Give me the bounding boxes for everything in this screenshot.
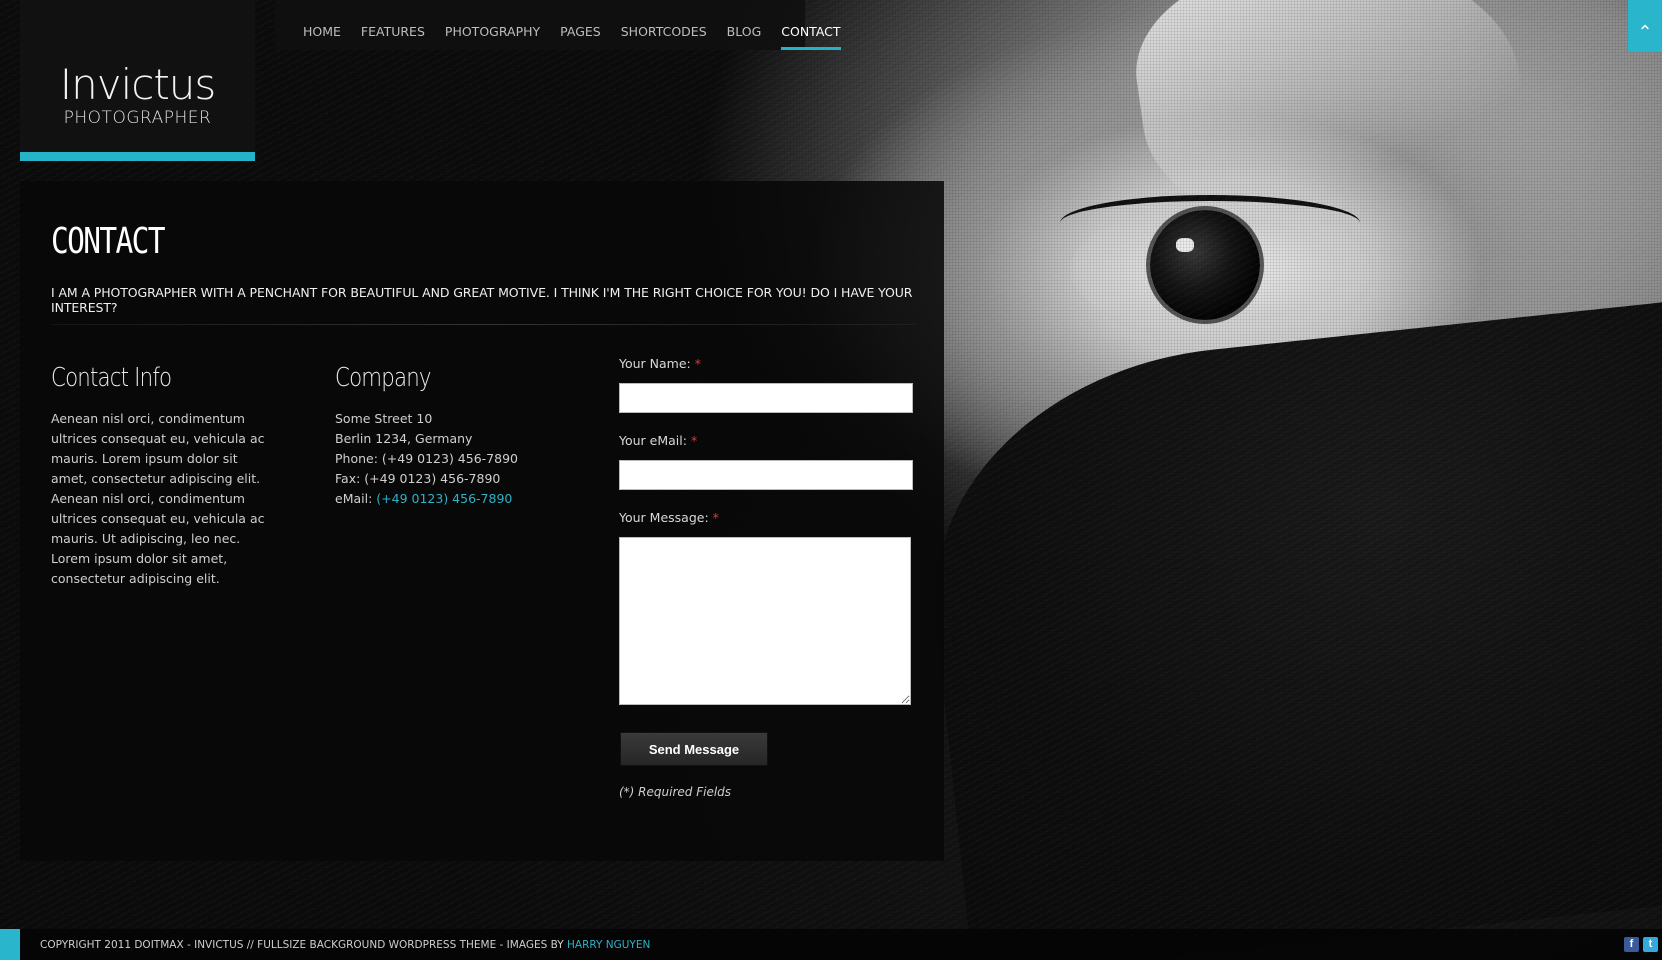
message-textarea[interactable] bbox=[619, 537, 911, 705]
company-email-link[interactable]: (+49 0123) 456-7890 bbox=[376, 491, 512, 506]
footer-copyright: COPYRIGHT 2011 DOITMAX - INVICTUS // FUL… bbox=[40, 939, 651, 951]
divider bbox=[51, 324, 914, 325]
nav-item-features[interactable]: FEATURES bbox=[351, 0, 435, 50]
required-mark: * bbox=[694, 356, 701, 371]
footer: COPYRIGHT 2011 DOITMAX - INVICTUS // FUL… bbox=[0, 929, 1662, 960]
contact-info-column: Contact Info Aenean nisl orci, condiment… bbox=[51, 363, 273, 589]
page-title: CONTACT bbox=[51, 221, 166, 262]
company-column: Company Some Street 10 Berlin 1234, Germ… bbox=[335, 363, 575, 509]
email-label: Your eMail: * bbox=[619, 433, 698, 448]
twitter-icon[interactable]: t bbox=[1643, 937, 1658, 952]
nav-item-photography[interactable]: PHOTOGRAPHY bbox=[435, 0, 550, 50]
contact-info-text: Aenean nisl orci, condimentum ultrices c… bbox=[51, 411, 265, 586]
facebook-icon[interactable]: f bbox=[1624, 937, 1639, 952]
contact-panel: CONTACT I AM A PHOTOGRAPHER WITH A PENCH… bbox=[20, 181, 944, 861]
company-email: eMail: (+49 0123) 456-7890 bbox=[335, 489, 575, 509]
contact-info-heading: Contact Info bbox=[51, 363, 172, 393]
send-message-button[interactable]: Send Message bbox=[621, 733, 767, 765]
company-city: Berlin 1234, Germany bbox=[335, 431, 473, 446]
site-logo[interactable]: Invictus PHOTOGRAPHER bbox=[20, 0, 255, 161]
nav-item-pages[interactable]: PAGES bbox=[550, 0, 611, 50]
nav-item-contact[interactable]: CONTACT bbox=[771, 0, 850, 50]
nav-item-blog[interactable]: BLOG bbox=[717, 0, 772, 50]
footer-accent-bar bbox=[0, 929, 20, 960]
company-fax: Fax: (+49 0123) 456-7890 bbox=[335, 471, 501, 486]
scroll-top-button[interactable]: ⌃ bbox=[1628, 0, 1662, 52]
company-phone: Phone: (+49 0123) 456-7890 bbox=[335, 451, 518, 466]
page-intro: I AM A PHOTOGRAPHER WITH A PENCHANT FOR … bbox=[51, 285, 913, 315]
name-label: Your Name: * bbox=[619, 356, 701, 371]
required-fields-note: (*) Required Fields bbox=[619, 785, 732, 799]
nav-item-shortcodes[interactable]: SHORTCODES bbox=[611, 0, 717, 50]
nav-item-home[interactable]: HOME bbox=[293, 0, 351, 50]
social-links: f t bbox=[1624, 937, 1658, 952]
footer-credit-link[interactable]: HARRY NGUYEN bbox=[567, 939, 650, 951]
name-input[interactable] bbox=[619, 383, 913, 413]
contact-form: Your Name: * Your eMail: * Your Message:… bbox=[619, 356, 913, 799]
company-email-label: eMail: bbox=[335, 491, 377, 506]
chevron-up-icon: ⌃ bbox=[1637, 22, 1653, 43]
email-input[interactable] bbox=[619, 460, 913, 490]
logo-subtitle: PHOTOGRAPHER bbox=[63, 108, 212, 128]
company-heading: Company bbox=[335, 363, 432, 393]
company-street: Some Street 10 bbox=[335, 411, 433, 426]
message-label: Your Message: * bbox=[619, 510, 719, 525]
main-nav: HOME FEATURES PHOTOGRAPHY PAGES SHORTCOD… bbox=[275, 0, 841, 50]
required-mark: * bbox=[690, 433, 698, 448]
logo-name: Invictus bbox=[59, 60, 217, 109]
required-mark: * bbox=[712, 510, 719, 525]
